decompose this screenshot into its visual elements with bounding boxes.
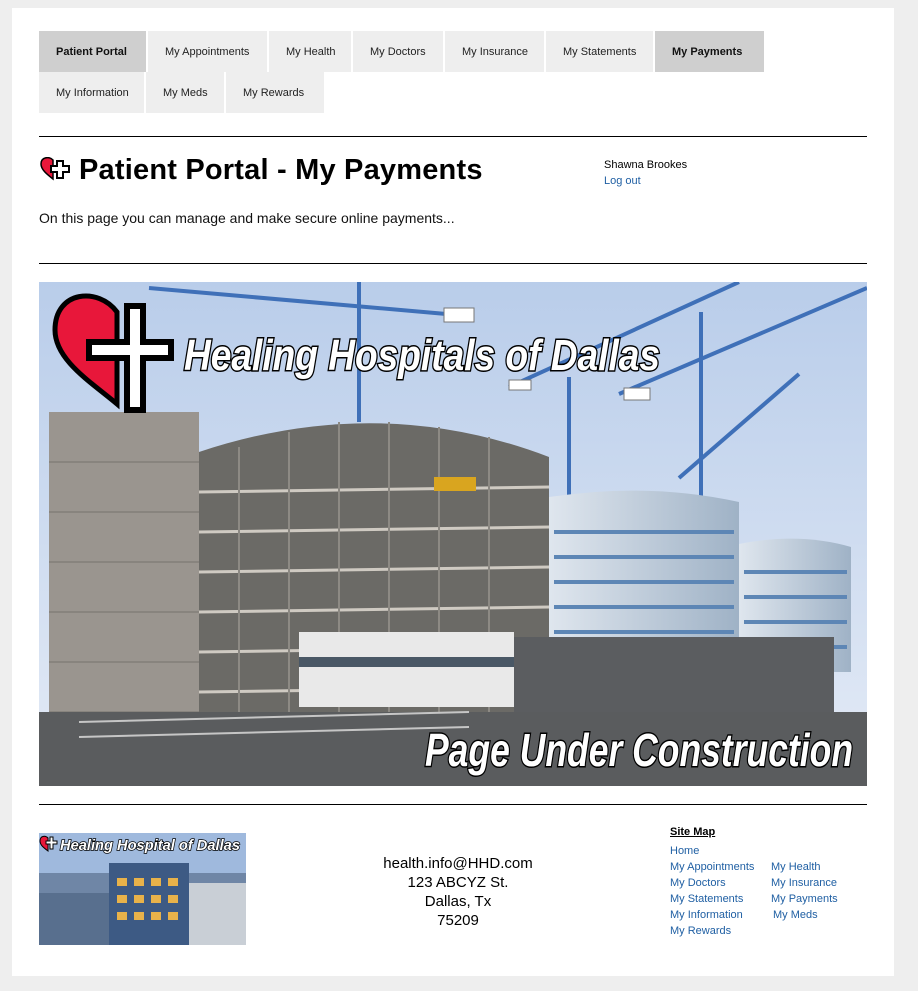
banner-brand-text: Healing Hospitals of Dallas [184,331,660,380]
tab-my-meds[interactable]: My Meds [146,72,226,113]
contact-city: Dallas, Tx [424,893,492,910]
nav-row-2: My Information My Meds My Rewards [39,72,867,113]
heart-cross-logo-icon [40,157,70,181]
user-panel: Shawna Brookes Log out [604,157,687,189]
sitemap-link-my-rewards[interactable]: My Rewards [670,923,771,939]
tab-my-insurance[interactable]: My Insurance [445,31,546,72]
footer-image-text: Healing Hospital of Dallas [60,837,240,854]
sitemap-link-my-payments[interactable]: My Payments [771,891,838,907]
contact-email: health.info@HHD.com [383,855,533,872]
sitemap-link-my-appointments[interactable]: My Appointments [670,859,771,875]
site-map: Site Map Home My Appointments My Doctors… [670,825,838,939]
sitemap-link-my-information[interactable]: My Information [670,907,771,923]
sitemap-link-my-meds[interactable]: My Meds [771,907,838,923]
tab-patient-portal[interactable]: Patient Portal [39,31,148,72]
tab-my-health[interactable]: My Health [269,31,353,72]
tab-my-rewards[interactable]: My Rewards [226,72,324,113]
tab-my-payments[interactable]: My Payments [655,31,764,72]
intro-text: On this page you can manage and make sec… [39,210,455,226]
tab-my-appointments[interactable]: My Appointments [148,31,269,72]
sitemap-column-1: My Appointments My Doctors My Statements… [670,859,771,939]
banner-construction-text: Page Under Construction [425,724,853,776]
contact-zip: 75209 [437,912,479,929]
user-name: Shawna Brookes [604,159,688,171]
logout-link[interactable]: Log out [604,173,687,189]
footer-hospital-image: Healing Hospital of Dallas [39,833,246,945]
contact-street: 123 ABCYZ St. [407,874,509,891]
sitemap-link-my-statements[interactable]: My Statements [670,891,771,907]
sitemap-link-my-doctors[interactable]: My Doctors [670,875,771,891]
sitemap-link-my-insurance[interactable]: My Insurance [771,875,838,891]
page-title: Patient Portal - My Payments [79,154,483,186]
contact-info: health.info@HHD.com 123 ABCYZ St. Dallas… [348,854,568,930]
divider-middle [39,263,867,264]
sitemap-link-home[interactable]: Home [670,843,838,859]
divider-top [39,136,867,137]
divider-bottom [39,804,867,805]
tab-my-statements[interactable]: My Statements [546,31,655,72]
sitemap-column-2: My Health My Insurance My Payments My Me… [771,859,838,939]
main-nav: Patient Portal My Appointments My Health… [39,31,867,113]
sitemap-title: Site Map [670,826,716,838]
tab-my-information[interactable]: My Information [39,72,146,113]
construction-banner: Healing Hospitals of Dallas Page Under C… [39,282,867,786]
sitemap-link-my-health[interactable]: My Health [771,859,838,875]
nav-row-1: Patient Portal My Appointments My Health… [39,31,867,72]
page-container: Patient Portal My Appointments My Health… [12,8,894,976]
tab-my-doctors[interactable]: My Doctors [353,31,445,72]
